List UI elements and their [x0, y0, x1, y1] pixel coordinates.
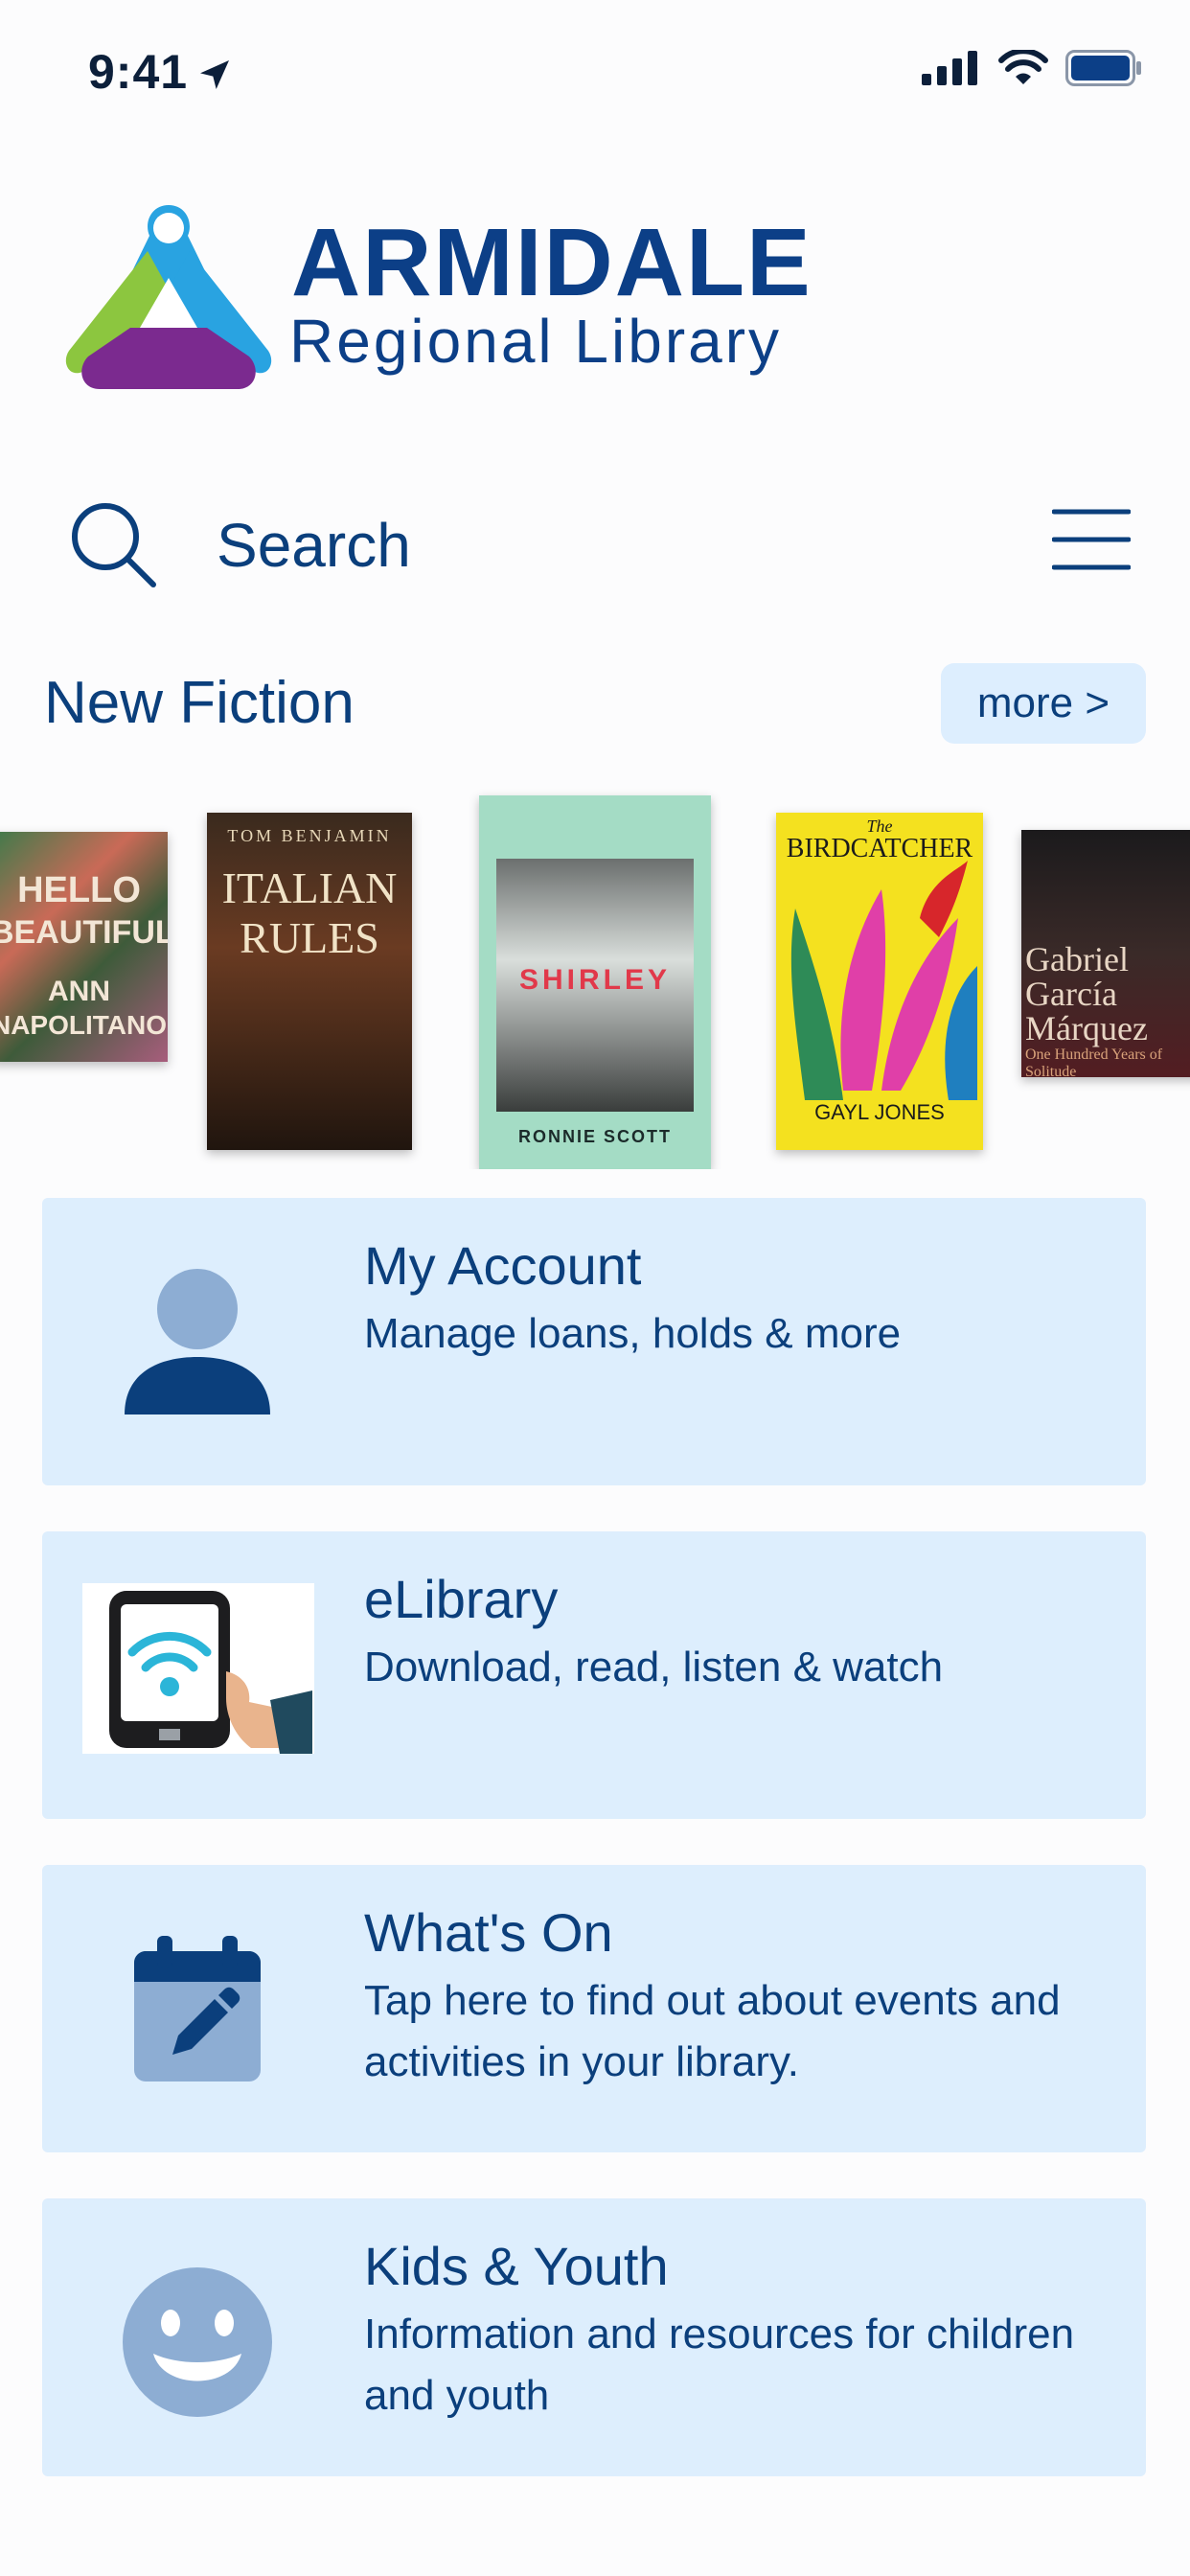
- new-fiction-title: New Fiction: [44, 670, 355, 736]
- book-cover-text: ANN: [48, 976, 110, 1007]
- card-my-account[interactable]: My Account Manage loans, holds & more: [42, 1198, 1146, 1485]
- smiley-icon: [80, 2246, 314, 2438]
- card-title: My Account: [364, 1235, 642, 1296]
- book-cover-text: RULES: [240, 913, 379, 962]
- card-title: eLibrary: [364, 1569, 559, 1629]
- status-time: 9:41: [88, 45, 189, 99]
- book-cover-text: SHIRLEY: [518, 964, 672, 996]
- card-description: Information and resources for children a…: [364, 2311, 1075, 2419]
- search-input[interactable]: Search: [217, 510, 411, 581]
- logo-title: ARMIDALE: [291, 209, 812, 316]
- card-description: Download, read, listen & watch: [364, 1644, 944, 1690]
- card-title: What's On: [364, 1902, 613, 1963]
- logo-subtitle: Regional Library: [289, 307, 783, 376]
- status-bar: 9:41: [0, 0, 1190, 144]
- calendar-edit-icon: [80, 1913, 314, 2104]
- book-cover-text: RONNIE SCOTT: [517, 1127, 672, 1146]
- tablet-wifi-icon: [82, 1583, 314, 1754]
- more-button[interactable]: more >: [941, 663, 1146, 744]
- card-description: Manage loans, holds & more: [364, 1310, 902, 1357]
- book-carousel[interactable]: HELLO BEAUTIFUL ANN NAPOLITANO TOM BENJA…: [0, 786, 1190, 1169]
- book-cover[interactable]: The BIRDCATCHER GAYL JONES: [776, 813, 983, 1150]
- search-icon[interactable]: [67, 498, 159, 590]
- book-cover-text: NAPOLITANO: [0, 1010, 168, 1040]
- card-title: Kids & Youth: [364, 2236, 669, 2296]
- card-elibrary[interactable]: eLibrary Download, read, listen & watch: [42, 1531, 1146, 1819]
- library-logo-mark-icon: [65, 205, 272, 389]
- book-cover-text: Márquez: [1025, 1009, 1148, 1047]
- search-bar[interactable]: Search: [67, 489, 1131, 594]
- battery-icon: [1065, 50, 1141, 86]
- book-cover-text: ITALIAN: [221, 863, 398, 912]
- book-cover[interactable]: Gabriel García Márquez One Hundred Years…: [1021, 830, 1190, 1077]
- book-cover[interactable]: SHIRLEY RONNIE SCOTT: [479, 795, 711, 1169]
- card-kids-youth[interactable]: Kids & Youth Information and resources f…: [42, 2198, 1146, 2476]
- wifi-icon: [998, 50, 1048, 84]
- book-cover[interactable]: HELLO BEAUTIFUL ANN NAPOLITANO: [0, 832, 168, 1062]
- book-cover-text: BIRDCATCHER: [786, 834, 973, 863]
- book-cover-text: One Hundred Years of Solitude: [1025, 1046, 1163, 1077]
- hamburger-menu-icon[interactable]: [1052, 506, 1131, 573]
- card-whats-on[interactable]: What's On Tap here to find out about eve…: [42, 1865, 1146, 2152]
- signal-icon: [922, 51, 977, 85]
- book-cover-art: [790, 861, 977, 1100]
- book-cover-text: BEAUTIFUL: [0, 914, 168, 951]
- location-arrow-icon: [200, 60, 229, 89]
- book-cover-text: TOM BENJAMIN: [227, 826, 392, 845]
- book-cover-text: GAYL JONES: [814, 1100, 945, 1124]
- card-description: Tap here to find out about events and ac…: [364, 1977, 1061, 2085]
- book-cover[interactable]: TOM BENJAMIN ITALIAN RULES: [207, 813, 412, 1150]
- library-logo: ARMIDALE Regional Library: [63, 201, 811, 393]
- book-cover-text: HELLO: [17, 870, 141, 910]
- status-icons: [922, 50, 1142, 86]
- person-icon: [80, 1246, 314, 1438]
